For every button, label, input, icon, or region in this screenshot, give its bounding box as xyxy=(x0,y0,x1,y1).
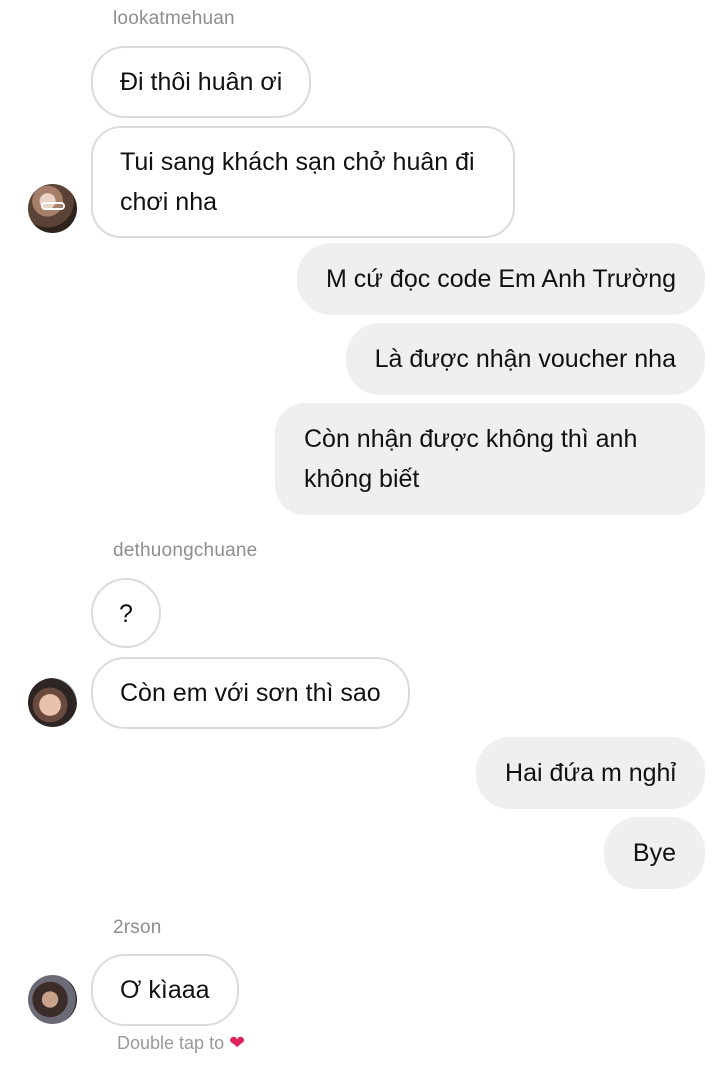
message-bubble[interactable]: ? xyxy=(91,578,161,648)
message-bubble[interactable]: Ơ kìaaa xyxy=(91,954,239,1026)
double-tap-hint: Double tap to ❤ xyxy=(117,1032,245,1055)
sender-name[interactable]: dethuongchuane xyxy=(113,540,257,562)
message-bubble[interactable]: Còn em với sơn thì sao xyxy=(91,657,410,729)
avatar[interactable] xyxy=(28,975,77,1024)
avatar[interactable] xyxy=(28,184,77,233)
message-bubble[interactable]: Đi thôi huân ơi xyxy=(91,46,312,118)
sender-name[interactable]: 2rson xyxy=(113,917,162,939)
message-bubble[interactable]: Là được nhận voucher nha xyxy=(345,323,705,395)
double-tap-text: Double tap to xyxy=(117,1033,225,1053)
avatar[interactable] xyxy=(28,678,77,727)
heart-icon: ❤ xyxy=(229,1033,246,1054)
avatar-glasses xyxy=(41,202,65,210)
message-bubble[interactable]: M cứ đọc code Em Anh Trường xyxy=(296,243,705,315)
message-bubble[interactable]: Còn nhận được không thì anh không biết xyxy=(275,403,705,515)
sender-name[interactable]: lookatmehuan xyxy=(113,8,235,30)
message-bubble[interactable]: Hai đứa m nghỉ xyxy=(476,737,705,809)
message-bubble[interactable]: Tui sang khách sạn chở huân đi chơi nha xyxy=(91,126,515,238)
message-bubble[interactable]: Bye xyxy=(603,817,705,889)
